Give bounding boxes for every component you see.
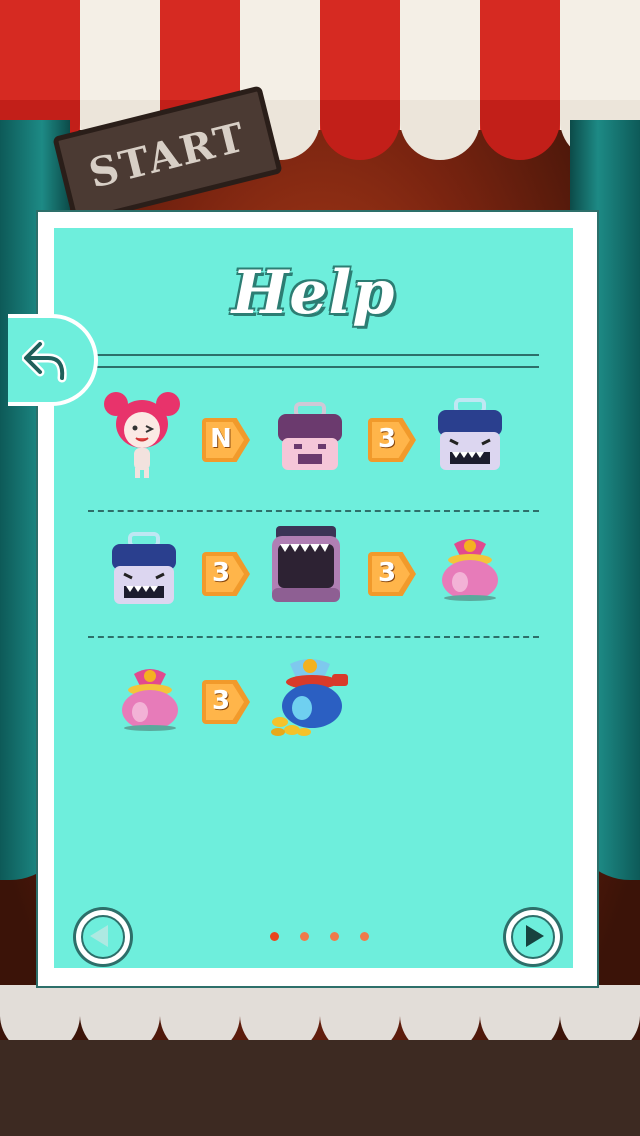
page-dot bbox=[330, 932, 339, 941]
undo-arrow-icon bbox=[22, 340, 67, 383]
transition-badge: N bbox=[202, 418, 250, 462]
blue-box-monster-icon bbox=[108, 532, 188, 612]
help-title: Help bbox=[231, 258, 396, 328]
pink-treasure-bag-icon bbox=[116, 664, 196, 744]
pink-box-icon bbox=[274, 402, 354, 482]
open-trap-box-icon bbox=[268, 524, 348, 604]
transition-badge: 3 bbox=[368, 418, 416, 462]
badge-label: 3 bbox=[211, 558, 231, 588]
gold-coin-bag-icon bbox=[268, 656, 352, 740]
next-page-button[interactable] bbox=[506, 910, 560, 964]
stage-floor bbox=[0, 1040, 640, 1136]
page-indicator bbox=[270, 932, 369, 941]
arrow-left-icon bbox=[90, 925, 108, 947]
transition-badge: 3 bbox=[202, 680, 250, 724]
transition-badge: 3 bbox=[202, 552, 250, 596]
row-divider bbox=[88, 636, 539, 638]
evolution-row-1: N 3 bbox=[54, 390, 573, 490]
badge-label: 3 bbox=[377, 558, 397, 588]
page-dot bbox=[300, 932, 309, 941]
help-panel-inner: Help N 3 3 3 3 bbox=[54, 228, 573, 968]
girl-character-icon bbox=[102, 390, 182, 478]
previous-page-button[interactable] bbox=[76, 910, 130, 964]
help-panel: Help N 3 3 3 3 bbox=[36, 210, 599, 988]
evolution-row-3: 3 bbox=[54, 652, 573, 752]
blue-box-monster-icon bbox=[434, 398, 514, 478]
start-sign-label: START bbox=[84, 112, 251, 198]
row-divider bbox=[88, 510, 539, 512]
page-dot bbox=[360, 932, 369, 941]
page-dot bbox=[270, 932, 279, 941]
pink-treasure-bag-icon bbox=[436, 534, 516, 614]
back-button[interactable] bbox=[8, 314, 98, 406]
arrow-right-icon bbox=[526, 925, 544, 947]
badge-label: N bbox=[210, 424, 232, 454]
transition-badge: 3 bbox=[368, 552, 416, 596]
badge-label: 3 bbox=[377, 424, 397, 454]
evolution-row-2: 3 3 bbox=[54, 524, 573, 624]
badge-label: 3 bbox=[211, 686, 231, 716]
title-divider bbox=[88, 366, 539, 368]
title-divider bbox=[88, 354, 539, 356]
